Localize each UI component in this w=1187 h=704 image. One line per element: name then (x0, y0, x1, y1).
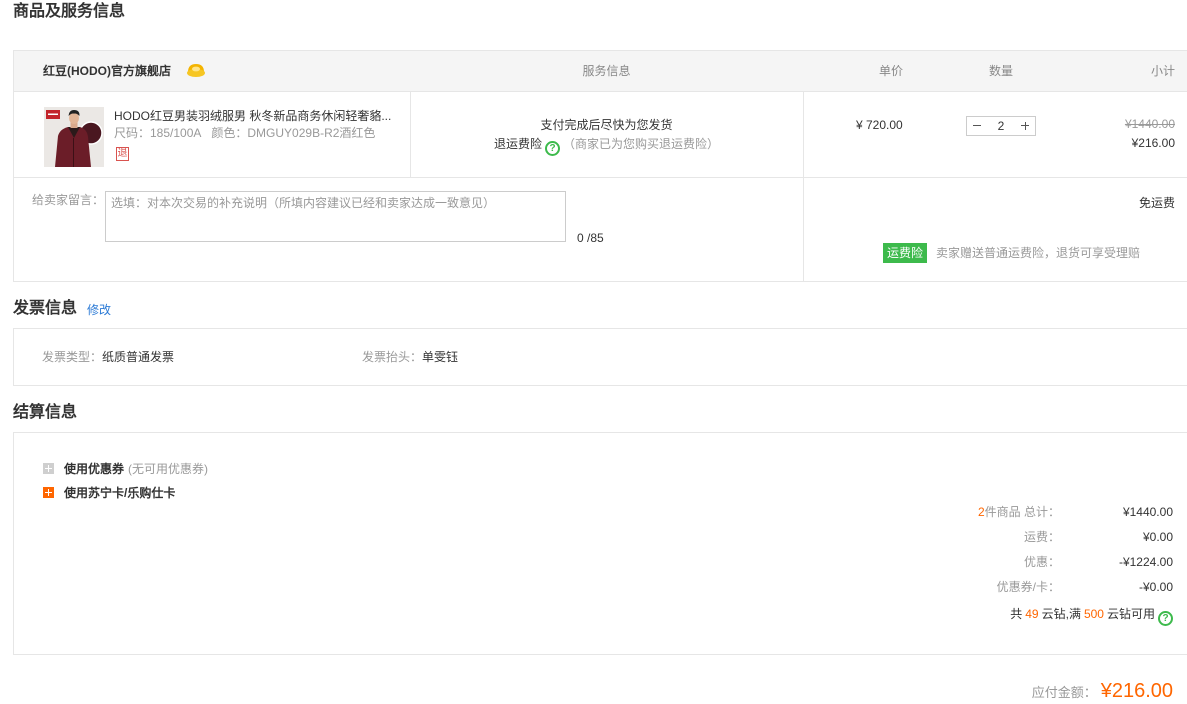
invoice-type: 发票类型：纸质普通发票 (42, 349, 174, 365)
yunzuan-prefix: 共 (1010, 607, 1023, 621)
quantity-input[interactable]: 2 (987, 117, 1015, 135)
summary-row-coupon-card: 优惠券/卡： -¥0.00 (900, 579, 1173, 595)
summary-value: -¥0.00 (1138, 580, 1173, 594)
invoice-edit-link[interactable]: 修改 (87, 302, 111, 318)
yunzuan-middle: 云钻,满 (1041, 607, 1081, 621)
payable-label: 应付金额： (1031, 685, 1097, 700)
summary-label: 运费： (1023, 530, 1060, 544)
invoice-section-title: 发票信息 (13, 300, 78, 317)
return-insurance-note: （商家已为您购买退运费险） (563, 137, 720, 151)
settlement-section-title: 结算信息 (13, 404, 78, 421)
coupon-toggle-row: 使用优惠券 (无可用优惠券) (43, 461, 208, 477)
card-toggle-label[interactable]: 使用苏宁卡/乐购仕卡 (64, 486, 175, 500)
summary-value: ¥1440.00 (1122, 505, 1173, 519)
invoice-type-value: 纸质普通发票 (102, 350, 175, 364)
yunzuan-suffix: 云钻可用 (1106, 607, 1155, 621)
return-support-badge: 退 (116, 147, 129, 161)
product-image[interactable] (44, 107, 104, 167)
unit-price: ¥ 720.00 (856, 118, 903, 132)
quantity-stepper: 2 (966, 116, 1036, 136)
goods-section-title: 商品及服务信息 (13, 3, 126, 20)
minus-icon[interactable] (967, 117, 987, 135)
column-divider (410, 92, 411, 177)
payable-amount: ¥216.00 (1100, 680, 1173, 702)
message-char-counter: 0 /85 (577, 231, 604, 245)
delivery-note: 支付完成后尽快为您发货 (540, 118, 673, 132)
summary-value: -¥1224.00 (1118, 555, 1173, 569)
invoice-header-value: 单雯钰 (422, 350, 459, 364)
product-spec: 尺码：185/100A 颜色：DMGUY029B-R2酒红色 (114, 125, 375, 141)
invoice-type-label: 发票类型： (42, 350, 103, 364)
row-divider (13, 177, 1187, 178)
settlement-panel: 使用优惠券 (无可用优惠券) 使用苏宁卡/乐购仕卡 2件商品 总计： ¥1440.… (13, 432, 1187, 655)
column-header-unit-price: 单价 (878, 64, 903, 78)
invoice-panel: 发票类型：纸质普通发票 发票抬头：单雯钰 (13, 328, 1187, 386)
help-icon[interactable] (1158, 611, 1173, 626)
store-name-link[interactable]: 红豆(HODO)官方旗舰店 (43, 63, 171, 79)
summary-value: ¥0.00 (1142, 530, 1173, 544)
summary-label: 优惠券/卡： (996, 580, 1060, 594)
item-count: 2 (977, 505, 985, 519)
summary-row-shipping: 运费： ¥0.00 (900, 529, 1173, 545)
shipping-fee: 免运费 (1138, 196, 1175, 210)
order-table: 红豆(HODO)官方旗舰店 服务信息 单价 数量 小计 HODO红豆男装羽绒服男… (13, 50, 1187, 282)
original-subtotal: ¥1440.00 (1124, 117, 1175, 131)
item-subtotal: ¥216.00 (1131, 136, 1175, 150)
seller-message-input[interactable] (105, 191, 566, 242)
seller-message-label: 给卖家留言： (32, 193, 105, 207)
return-insurance-label: 退运费险 (493, 137, 542, 151)
coupon-availability-note: (无可用优惠券) (128, 462, 209, 476)
yunzuan-count: 49 (1025, 607, 1039, 621)
expand-plus-icon[interactable] (43, 487, 54, 498)
summary-row-total: 2件商品 总计： ¥1440.00 (900, 504, 1173, 520)
invoice-header: 发票抬头：单雯钰 (362, 349, 458, 365)
summary-row-discount: 优惠： -¥1224.00 (900, 554, 1173, 570)
return-insurance-line: 退运费险 （商家已为您购买退运费险） (410, 136, 803, 156)
summary-label: 优惠： (1023, 555, 1060, 569)
help-icon[interactable] (545, 141, 560, 156)
payable-total: 应付金额： ¥216.00 (900, 679, 1173, 703)
shipping-insurance-note: 卖家赠送普通运费险，退货可享受理赔 (936, 246, 1141, 260)
card-toggle-row: 使用苏宁卡/乐购仕卡 (43, 485, 175, 501)
shipping-insurance-badge: 运费险 (883, 243, 927, 263)
yunzuan-threshold: 500 (1083, 607, 1104, 621)
summary-label-text: 件商品 总计： (984, 505, 1060, 519)
store-level-icon (187, 64, 205, 77)
product-title-link[interactable]: HODO红豆男装羽绒服男 秋冬新品商务休闲轻奢貉... (114, 108, 404, 124)
yunzuan-row: 共 49 云钻,满 500 云钻可用 (900, 606, 1173, 626)
product-size: 尺码：185/100A (114, 126, 202, 140)
coupon-toggle-label[interactable]: 使用优惠券 (64, 462, 124, 476)
column-header-service: 服务信息 (582, 64, 631, 78)
column-header-quantity: 数量 (988, 64, 1013, 78)
plus-icon[interactable] (1015, 117, 1035, 135)
summary-label: 2件商品 总计： (900, 504, 1060, 520)
expand-plus-icon[interactable] (43, 463, 54, 474)
column-header-subtotal: 小计 (1150, 64, 1175, 78)
column-divider (803, 92, 804, 282)
product-color: 颜色：DMGUY029B-R2酒红色 (211, 126, 376, 140)
invoice-header-label: 发票抬头： (362, 350, 423, 364)
